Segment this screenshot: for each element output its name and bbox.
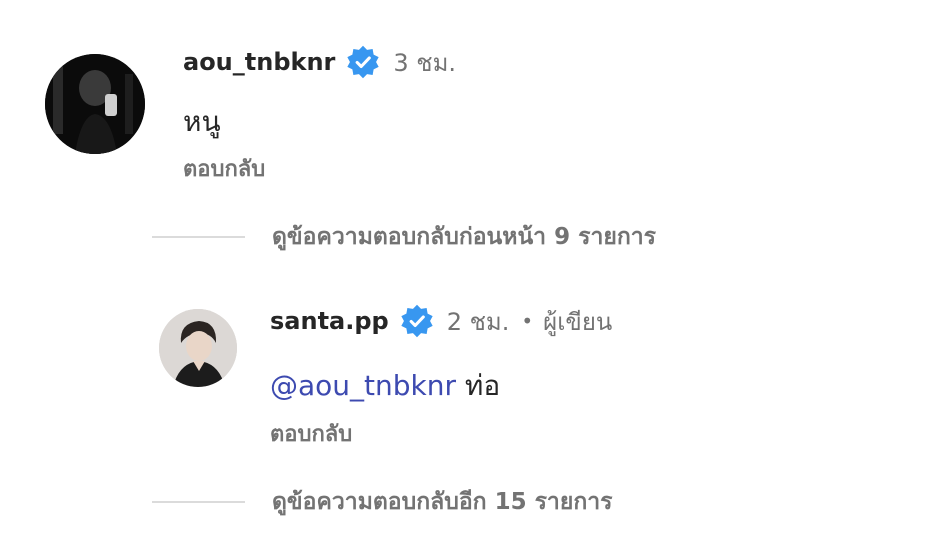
view-more-replies-button[interactable]: ดูข้อความตอบกลับอีก 15 รายการ: [152, 484, 613, 520]
thread-divider: [152, 236, 245, 238]
view-more-replies-label: ดูข้อความตอบกลับอีก 15 รายการ: [272, 489, 613, 515]
reply-text-body: ท่อ: [464, 369, 501, 402]
avatar-photo: [45, 54, 145, 154]
avatar-santa-pp[interactable]: [159, 309, 237, 387]
reply-time[interactable]: 2 ชม.: [447, 302, 510, 341]
reply-button[interactable]: ตอบกลับ: [270, 416, 352, 451]
comment-time[interactable]: 3 ชม.: [393, 43, 456, 82]
verified-badge-icon: [347, 45, 380, 79]
thread-divider: [152, 501, 245, 503]
verified-badge-icon: [401, 304, 433, 338]
reply-username[interactable]: santa.pp: [270, 307, 389, 335]
reply-button[interactable]: ตอบกลับ: [183, 151, 265, 186]
avatar-photo: [159, 309, 237, 387]
mention-link[interactable]: @aou_tnbknr: [270, 369, 456, 402]
author-badge: ผู้เขียน: [543, 307, 613, 336]
reply-header: santa.pp 2 ชม. • ผู้เขียน: [270, 303, 612, 339]
avatar-aou-tnbknr[interactable]: [45, 54, 145, 154]
reply-text: @aou_tnbknr ท่อ: [270, 364, 500, 408]
view-previous-replies-button[interactable]: ดูข้อความตอบกลับก่อนหน้า 9 รายการ: [152, 219, 656, 255]
separator-dot: •: [521, 309, 534, 333]
comment-header: aou_tnbknr 3 ชม.: [183, 44, 456, 80]
view-previous-replies-label: ดูข้อความตอบกลับก่อนหน้า 9 รายการ: [272, 224, 657, 250]
comment-text: หนู: [183, 105, 221, 138]
comment-username[interactable]: aou_tnbknr: [183, 48, 335, 76]
